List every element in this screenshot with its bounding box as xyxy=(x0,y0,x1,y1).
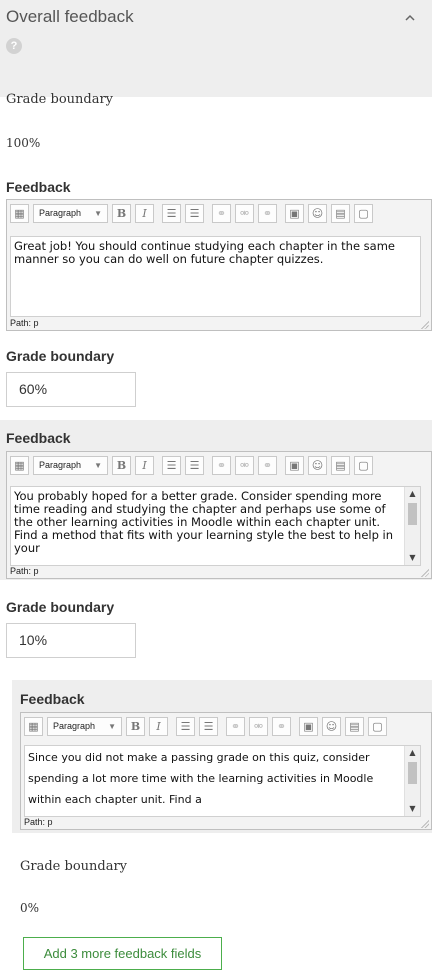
grade-boundary-label: Grade boundary xyxy=(20,859,128,874)
link-icon[interactable]: ⚭ xyxy=(226,717,245,736)
toggle-toolbar-icon[interactable]: ▦ xyxy=(10,456,29,475)
scroll-down-icon[interactable]: ▼ xyxy=(405,802,420,816)
anchor-icon[interactable]: ⚭ xyxy=(258,456,277,475)
feedback-editor: ▦ Paragraph ▼ B I ☰ ☰ ⚭ ⚮ ⚭ ▣ ☺ ▤ ▢ You p… xyxy=(6,451,432,579)
path-bar: Path: p xyxy=(24,817,53,827)
grade-boundary-value: 100% xyxy=(6,136,41,150)
editor-toolbar: ▦ Paragraph ▼ B I ☰ ☰ ⚭ ⚮ ⚭ ▣ ☺ ▤ ▢ xyxy=(7,200,431,226)
feedback-text-area[interactable]: Since you did not make a passing grade o… xyxy=(24,745,421,817)
paste-text-icon[interactable]: ▢ xyxy=(368,717,387,736)
anchor-icon[interactable]: ⚭ xyxy=(258,204,277,223)
path-bar: Path: p xyxy=(10,318,39,328)
editor-toolbar: ▦ Paragraph ▼ B I ☰ ☰ ⚭ ⚮ ⚭ ▣ ☺ ▤ ▢ xyxy=(21,713,431,739)
section-header: Overall feedback ? xyxy=(0,0,432,97)
unlink-icon[interactable]: ⚮ xyxy=(235,456,254,475)
resize-handle[interactable] xyxy=(420,568,429,577)
toggle-toolbar-icon[interactable]: ▦ xyxy=(10,204,29,223)
resize-handle[interactable] xyxy=(420,819,429,828)
bold-icon[interactable]: B xyxy=(112,204,131,223)
feedback-editor: ▦ Paragraph ▼ B I ☰ ☰ ⚭ ⚮ ⚭ ▣ ☺ ▤ ▢ Great… xyxy=(6,199,432,331)
unlink-icon[interactable]: ⚮ xyxy=(235,204,254,223)
scroll-up-icon[interactable]: ▲ xyxy=(405,487,420,501)
format-select[interactable]: Paragraph ▼ xyxy=(33,204,108,223)
paste-text-icon[interactable]: ▢ xyxy=(354,204,373,223)
image-icon[interactable]: ▣ xyxy=(299,717,318,736)
italic-icon[interactable]: I xyxy=(135,456,154,475)
feedback-text: Great job! You should continue studying … xyxy=(14,239,395,266)
grade-boundary-input[interactable]: 10% xyxy=(6,623,136,658)
link-icon[interactable]: ⚭ xyxy=(212,204,231,223)
feedback-label: Feedback xyxy=(6,179,71,195)
bulleted-list-icon[interactable]: ☰ xyxy=(162,456,181,475)
anchor-icon[interactable]: ⚭ xyxy=(272,717,291,736)
media-icon[interactable]: ▤ xyxy=(331,204,350,223)
feedback-text-area[interactable]: Great job! You should continue studying … xyxy=(10,236,421,317)
bold-icon[interactable]: B xyxy=(126,717,145,736)
paste-text-icon[interactable]: ▢ xyxy=(354,456,373,475)
path-bar: Path: p xyxy=(10,566,39,576)
numbered-list-icon[interactable]: ☰ xyxy=(185,456,204,475)
link-icon[interactable]: ⚭ xyxy=(212,456,231,475)
scrollbar[interactable]: ▲ ▼ xyxy=(404,487,420,565)
emoticon-icon[interactable]: ☺ xyxy=(322,717,341,736)
scrollbar-thumb[interactable] xyxy=(408,762,417,784)
bulleted-list-icon[interactable]: ☰ xyxy=(176,717,195,736)
scrollbar[interactable]: ▲ ▼ xyxy=(404,746,420,816)
scrollbar-thumb[interactable] xyxy=(408,503,417,525)
scroll-up-icon[interactable]: ▲ xyxy=(405,746,420,760)
image-icon[interactable]: ▣ xyxy=(285,204,304,223)
emoticon-icon[interactable]: ☺ xyxy=(308,456,327,475)
italic-icon[interactable]: I xyxy=(135,204,154,223)
feedback-text: Since you did not make a passing grade o… xyxy=(28,751,374,806)
scroll-down-icon[interactable]: ▼ xyxy=(405,551,420,565)
feedback-label: Feedback xyxy=(6,430,71,446)
feedback-text-area[interactable]: You probably hoped for a better grade. C… xyxy=(10,486,421,566)
format-select[interactable]: Paragraph ▼ xyxy=(33,456,108,475)
editor-toolbar: ▦ Paragraph ▼ B I ☰ ☰ ⚭ ⚮ ⚭ ▣ ☺ ▤ ▢ xyxy=(7,452,431,478)
emoticon-icon[interactable]: ☺ xyxy=(308,204,327,223)
image-icon[interactable]: ▣ xyxy=(285,456,304,475)
toggle-toolbar-icon[interactable]: ▦ xyxy=(24,717,43,736)
numbered-list-icon[interactable]: ☰ xyxy=(185,204,204,223)
numbered-list-icon[interactable]: ☰ xyxy=(199,717,218,736)
bold-icon[interactable]: B xyxy=(112,456,131,475)
help-icon[interactable]: ? xyxy=(6,38,22,54)
italic-icon[interactable]: I xyxy=(149,717,168,736)
grade-boundary-label: Grade boundary xyxy=(6,92,114,107)
chevron-up-icon[interactable] xyxy=(400,11,420,27)
section-title: Overall feedback xyxy=(6,7,134,26)
feedback-editor: ▦ Paragraph ▼ B I ☰ ☰ ⚭ ⚮ ⚭ ▣ ☺ ▤ ▢ Since… xyxy=(20,712,432,830)
grade-boundary-label: Grade boundary xyxy=(6,599,115,615)
media-icon[interactable]: ▤ xyxy=(345,717,364,736)
format-select[interactable]: Paragraph ▼ xyxy=(47,717,122,736)
media-icon[interactable]: ▤ xyxy=(331,456,350,475)
add-feedback-fields-button[interactable]: Add 3 more feedback fields xyxy=(23,937,222,970)
bulleted-list-icon[interactable]: ☰ xyxy=(162,204,181,223)
grade-boundary-label: Grade boundary xyxy=(6,348,115,364)
grade-boundary-value: 0% xyxy=(20,901,40,915)
feedback-text: You probably hoped for a better grade. C… xyxy=(14,489,394,555)
resize-handle[interactable] xyxy=(420,320,429,329)
grade-boundary-input[interactable]: 60% xyxy=(6,372,136,407)
feedback-label: Feedback xyxy=(20,691,85,707)
unlink-icon[interactable]: ⚮ xyxy=(249,717,268,736)
